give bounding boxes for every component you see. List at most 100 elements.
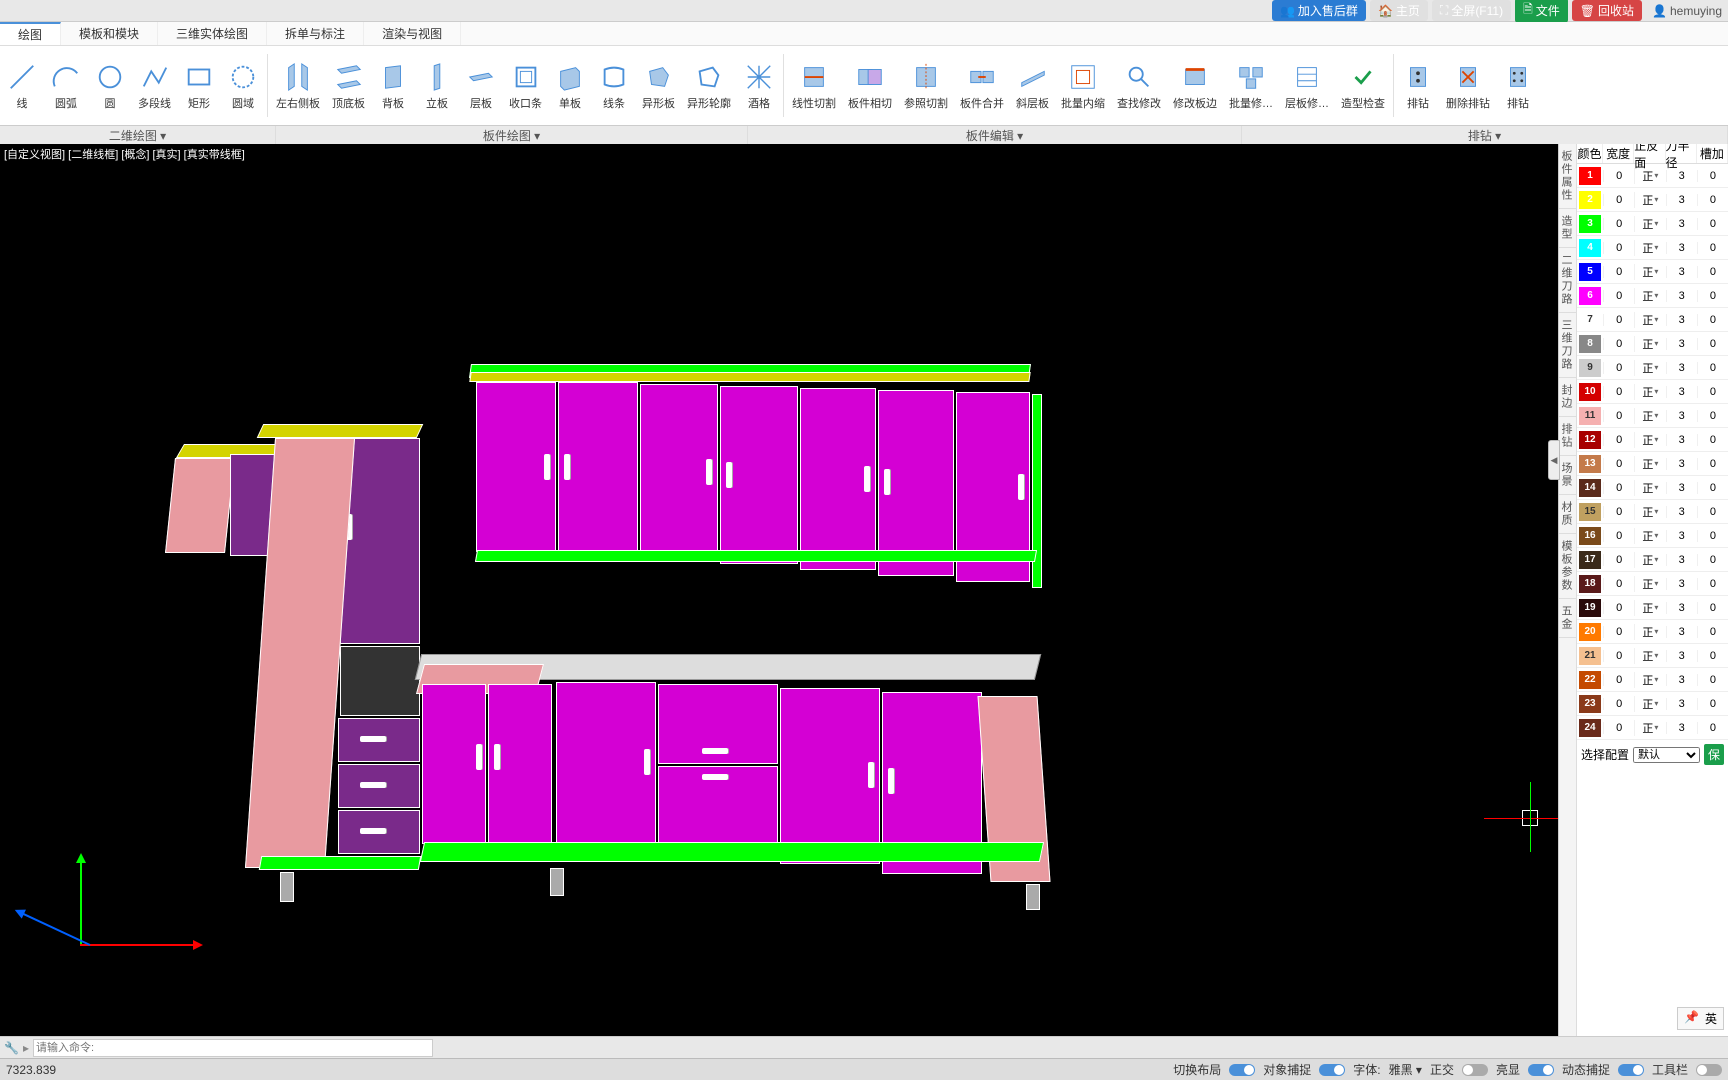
groove-cell[interactable]: 0 [1697, 218, 1728, 230]
face-cell[interactable]: 正 [1634, 192, 1665, 208]
width-cell[interactable]: 0 [1603, 362, 1634, 374]
tool-single-panel[interactable]: 单板 [548, 46, 592, 125]
file-button[interactable]: 🗎文件 [1515, 0, 1568, 23]
radius-cell[interactable]: 3 [1666, 626, 1697, 638]
color-row[interactable]: 15 0 正 3 0 [1577, 500, 1728, 524]
color-swatch[interactable]: 1 [1579, 167, 1601, 185]
recycle-button[interactable]: 🗑回收站 [1572, 0, 1642, 21]
width-cell[interactable]: 0 [1603, 242, 1634, 254]
radius-cell[interactable]: 3 [1666, 266, 1697, 278]
width-cell[interactable]: 0 [1603, 578, 1634, 590]
tool-irregular-outline[interactable]: 异形轮廓 [681, 46, 737, 125]
color-swatch[interactable]: 17 [1579, 551, 1601, 569]
width-cell[interactable]: 0 [1603, 314, 1634, 326]
status-font-select[interactable]: 雅黑 ▾ [1389, 1061, 1422, 1078]
tool-linear-cut[interactable]: 线性切割 [786, 46, 842, 125]
groove-cell[interactable]: 0 [1697, 602, 1728, 614]
group-drill[interactable]: 排钻 ▾ [1242, 126, 1728, 144]
radius-cell[interactable]: 3 [1666, 506, 1697, 518]
vtab-3d-tool[interactable]: 三维刀路 [1559, 313, 1576, 378]
vtab-template-param[interactable]: 模板参数 [1559, 534, 1576, 599]
width-cell[interactable]: 0 [1603, 506, 1634, 518]
color-swatch[interactable]: 12 [1579, 431, 1601, 449]
tool-polyline[interactable]: 多段线 [132, 46, 177, 125]
tool-arc[interactable]: 圆弧 [44, 46, 88, 125]
color-row[interactable]: 1 0 正 3 0 [1577, 164, 1728, 188]
panel-collapse-handle[interactable]: ◀ [1548, 440, 1560, 480]
width-cell[interactable]: 0 [1603, 290, 1634, 302]
status-snap[interactable]: 对象捕捉 [1263, 1061, 1311, 1078]
width-cell[interactable]: 0 [1603, 554, 1634, 566]
width-cell[interactable]: 0 [1603, 266, 1634, 278]
viewport-3d[interactable]: [自定义视图] [二维线框] [概念] [真实] [真实带线框] [0, 144, 1558, 1036]
color-swatch[interactable]: 19 [1579, 599, 1601, 617]
color-swatch[interactable]: 13 [1579, 455, 1601, 473]
tool-line[interactable]: 线 [0, 46, 44, 125]
color-row[interactable]: 7 0 正 3 0 [1577, 308, 1728, 332]
radius-cell[interactable]: 3 [1666, 482, 1697, 494]
width-cell[interactable]: 0 [1603, 650, 1634, 662]
face-cell[interactable]: 正 [1634, 600, 1665, 616]
face-cell[interactable]: 正 [1634, 288, 1665, 304]
face-cell[interactable]: 正 [1634, 240, 1665, 256]
color-row[interactable]: 17 0 正 3 0 [1577, 548, 1728, 572]
groove-cell[interactable]: 0 [1697, 506, 1728, 518]
radius-cell[interactable]: 3 [1666, 170, 1697, 182]
groove-cell[interactable]: 0 [1697, 386, 1728, 398]
color-row[interactable]: 9 0 正 3 0 [1577, 356, 1728, 380]
groove-cell[interactable]: 0 [1697, 338, 1728, 350]
status-dynsnap[interactable]: 动态捕捉 [1562, 1061, 1610, 1078]
color-row[interactable]: 12 0 正 3 0 [1577, 428, 1728, 452]
radius-cell[interactable]: 3 [1666, 242, 1697, 254]
vtab-material[interactable]: 材质 [1559, 495, 1576, 534]
vtab-scene[interactable]: 场景 [1559, 456, 1576, 495]
width-cell[interactable]: 0 [1603, 386, 1634, 398]
face-cell[interactable]: 正 [1634, 336, 1665, 352]
tool-slant-shelf[interactable]: 斜层板 [1010, 46, 1055, 125]
color-swatch[interactable]: 10 [1579, 383, 1601, 401]
color-row[interactable]: 18 0 正 3 0 [1577, 572, 1728, 596]
color-row[interactable]: 8 0 正 3 0 [1577, 332, 1728, 356]
face-cell[interactable]: 正 [1634, 384, 1665, 400]
toggle-toolbar[interactable] [1696, 1064, 1722, 1076]
width-cell[interactable]: 0 [1603, 170, 1634, 182]
groove-cell[interactable]: 0 [1697, 530, 1728, 542]
tool-region[interactable]: 圆域 [221, 46, 265, 125]
face-cell[interactable]: 正 [1634, 552, 1665, 568]
width-cell[interactable]: 0 [1603, 194, 1634, 206]
face-cell[interactable]: 正 [1634, 696, 1665, 712]
fullscreen-button[interactable]: ⛶全屏(F11) [1432, 0, 1511, 21]
tool-circle[interactable]: 圆 [88, 46, 132, 125]
groove-cell[interactable]: 0 [1697, 242, 1728, 254]
radius-cell[interactable]: 3 [1666, 290, 1697, 302]
width-cell[interactable]: 0 [1603, 722, 1634, 734]
tool-shelf-modify[interactable]: 层板修… [1279, 46, 1335, 125]
width-cell[interactable]: 0 [1603, 602, 1634, 614]
color-row[interactable]: 14 0 正 3 0 [1577, 476, 1728, 500]
tool-panel-merge[interactable]: 板件合并 [954, 46, 1010, 125]
width-cell[interactable]: 0 [1603, 410, 1634, 422]
tool-batch-inset[interactable]: 批量内缩 [1055, 46, 1111, 125]
face-cell[interactable]: 正 [1634, 672, 1665, 688]
tool-side-panel[interactable]: 左右侧板 [270, 46, 326, 125]
color-swatch[interactable]: 20 [1579, 623, 1601, 641]
face-cell[interactable]: 正 [1634, 432, 1665, 448]
tab-draw[interactable]: 绘图 [0, 22, 61, 45]
radius-cell[interactable]: 3 [1666, 194, 1697, 206]
color-swatch[interactable]: 21 [1579, 647, 1601, 665]
groove-cell[interactable]: 0 [1697, 626, 1728, 638]
color-row[interactable]: 20 0 正 3 0 [1577, 620, 1728, 644]
groove-cell[interactable]: 0 [1697, 722, 1728, 734]
status-ortho[interactable]: 正交 [1430, 1061, 1454, 1078]
user-label[interactable]: 👤hemuying [1646, 4, 1722, 18]
width-cell[interactable]: 0 [1603, 434, 1634, 446]
color-row[interactable]: 5 0 正 3 0 [1577, 260, 1728, 284]
tool-vertical-panel[interactable]: 立板 [415, 46, 459, 125]
color-row[interactable]: 11 0 正 3 0 [1577, 404, 1728, 428]
toggle-ortho[interactable] [1462, 1064, 1488, 1076]
color-row[interactable]: 21 0 正 3 0 [1577, 644, 1728, 668]
face-cell[interactable]: 正 [1634, 360, 1665, 376]
save-config-button[interactable]: 保 [1704, 744, 1724, 765]
color-swatch[interactable]: 5 [1579, 263, 1601, 281]
radius-cell[interactable]: 3 [1666, 554, 1697, 566]
